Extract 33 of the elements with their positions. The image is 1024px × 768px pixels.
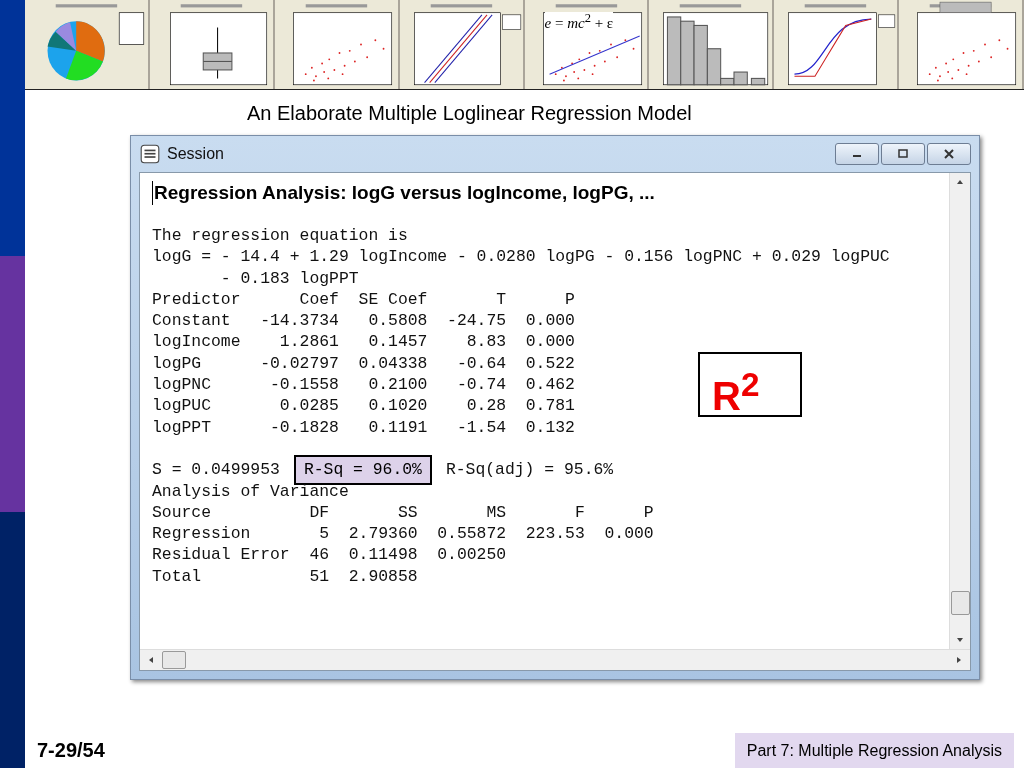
output-line: Predictor Coef SE Coef T P — [152, 288, 575, 311]
vertical-scrollbar[interactable] — [949, 173, 970, 649]
output-line: logIncome 1.2861 0.1457 8.83 0.000 — [152, 331, 575, 353]
output-line: Source DF SS MS F P — [152, 501, 654, 524]
page-number: 7-29/54 — [37, 739, 105, 762]
output-line: R-Sq(adj) = 95.6% — [445, 459, 614, 481]
output-line: Total 51 2.90858 — [152, 565, 418, 588]
output-heading: Regression Analysis: logG versus logIncome, logPG, ... — [152, 181, 655, 205]
highlighted-r-sq: R-Sq = 96.0% — [293, 455, 432, 485]
output-line: The regression equation is — [152, 225, 408, 247]
session-icon — [139, 143, 161, 165]
scroll-thumb[interactable] — [162, 651, 186, 669]
scroll-thumb[interactable] — [950, 591, 970, 615]
output-line: S = 0.0499953 — [152, 459, 280, 481]
output-line: logPG -0.02797 0.04338 -0.64 0.522 — [152, 352, 575, 375]
output-line: Constant -14.3734 0.5808 -24.75 0.000 — [152, 310, 575, 332]
close-button[interactable] — [927, 143, 971, 165]
maximize-icon — [896, 149, 910, 159]
output-line: Residual Error 46 0.11498 0.00250 — [152, 544, 507, 566]
r-squared-callout: R$^{2}$ — [698, 352, 802, 417]
maximize-button[interactable] — [881, 143, 925, 165]
output-line: - 0.183 logPPT — [219, 267, 359, 289]
close-icon — [942, 149, 956, 159]
slide-title: An Elaborate Multiple Loglinear Regression Model — [247, 102, 692, 125]
window-title: Session — [167, 145, 224, 163]
output-line: logPUC 0.0285 0.1020 0.28 0.781 — [152, 395, 575, 417]
horizontal-scrollbar[interactable] — [140, 649, 970, 670]
output-line: logPPT -0.1828 0.1191 -1.54 0.132 — [152, 416, 575, 438]
minimize-button[interactable] — [835, 143, 879, 165]
output-line: logPNC -0.1558 0.2100 -0.74 0.462 — [152, 374, 575, 396]
section-label: Part 7: Multiple Regression Analysis — [734, 733, 1014, 768]
output-line: Regression 5 2.79360 0.55872 223.53 0.000 — [152, 523, 654, 545]
output-line: logG = - 14.4 + 1.29 logIncome - 0.0280 logPG - 0.156 logPNC + 0.029 logPUC — [152, 246, 890, 268]
